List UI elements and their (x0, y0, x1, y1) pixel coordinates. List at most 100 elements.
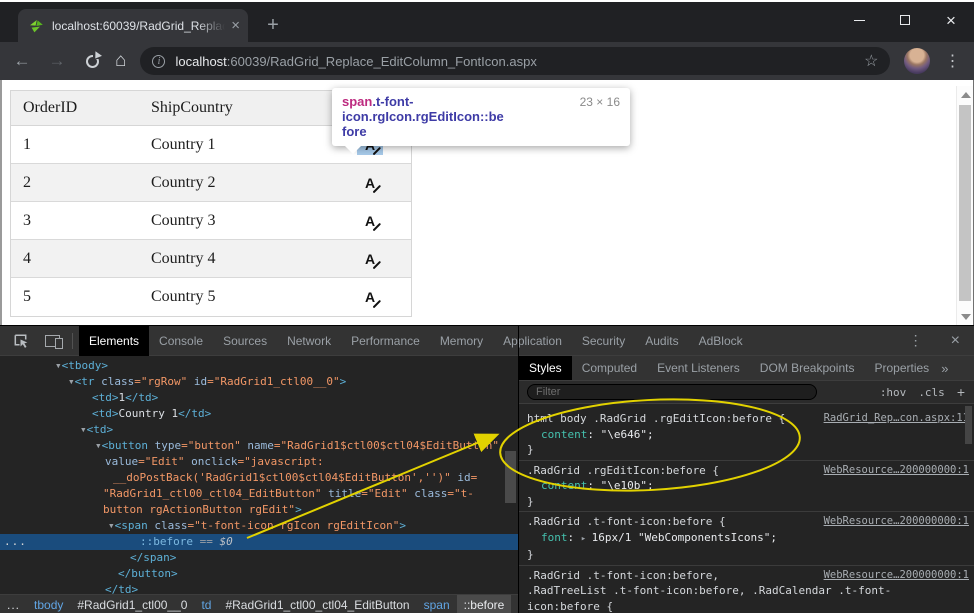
stylesheet-link[interactable]: WebResource…200000000:1 (824, 463, 969, 479)
breadcrumb-td[interactable]: td (194, 595, 218, 613)
window-controls: × (836, 2, 974, 38)
devtools-tab-memory[interactable]: Memory (430, 326, 493, 356)
devtools-tab-console[interactable]: Console (149, 326, 213, 356)
breadcrumb--before[interactable]: ::before (457, 595, 512, 613)
devtools-tab-sources[interactable]: Sources (213, 326, 277, 356)
edit-button[interactable]: A (357, 211, 383, 231)
reload-icon[interactable] (86, 55, 99, 68)
page-info-icon[interactable]: i (152, 55, 165, 68)
tab-close-icon[interactable]: × (231, 18, 240, 33)
scrollbar-thumb[interactable] (959, 105, 971, 301)
devtools-tab-performance[interactable]: Performance (341, 326, 430, 356)
tree-node-selected[interactable]: ...::before == $0 (0, 534, 518, 550)
cell-shipcountry: Country 5 (143, 288, 329, 306)
tree-node[interactable]: ▾<tbody> (0, 358, 518, 374)
browser-menu-icon[interactable]: ⋮ (944, 51, 960, 71)
tab-title-fade (197, 19, 225, 33)
breadcrumb--[interactable]: ... (0, 595, 27, 613)
tree-node[interactable]: <td>Country 1</td> (0, 406, 518, 422)
devtools-tab-elements[interactable]: Elements (79, 326, 149, 356)
window-close-button[interactable]: × (928, 2, 974, 38)
stylesheet-link[interactable]: WebResource…200000000:1 (824, 568, 969, 584)
cell-shipcountry: Country 2 (143, 174, 329, 192)
tree-node[interactable]: __doPostBack('RadGrid1$ctl00$ctl04$EditB… (0, 470, 518, 486)
sidebar-tab-dom-breakpoints[interactable]: DOM Breakpoints (750, 356, 865, 381)
cell-edit: A (329, 173, 411, 193)
breadcrumb-tbody[interactable]: tbody (27, 595, 70, 613)
tree-node[interactable]: </button> (0, 566, 518, 582)
stylesheet-link[interactable]: WebResource…200000000:1 (824, 514, 969, 530)
edit-button[interactable]: A (357, 173, 383, 193)
telerik-favicon-icon (28, 18, 44, 34)
device-toolbar-icon[interactable] (40, 329, 64, 353)
devtools-tab-network[interactable]: Network (277, 326, 341, 356)
elements-scrollbar-thumb[interactable] (505, 451, 516, 503)
dom-breadcrumbs: ...tbody#RadGrid1_ctl00__0td#RadGrid1_ct… (0, 594, 518, 613)
inspect-element-icon[interactable] (8, 329, 32, 353)
tree-node[interactable]: <td>1</td> (0, 390, 518, 406)
window-maximize-button[interactable] (882, 2, 928, 38)
breadcrumb--radgrid1-ctl00-0[interactable]: #RadGrid1_ctl00__0 (70, 595, 194, 613)
tree-node[interactable]: value="Edit" onclick="javascript: (0, 454, 518, 470)
tooltip-selector-wrap: fore (342, 124, 620, 139)
tooltip-dimensions: 23 × 16 (570, 95, 620, 109)
tab-title: localhost:60039/RadGrid_Replace (52, 19, 225, 33)
sidebar-tab-styles[interactable]: Styles (519, 356, 572, 381)
inspect-tooltip: span.t-font-icon.rgIcon.rgEditIcon::be 2… (332, 88, 630, 146)
elements-tree: ▾<tbody>▾<tr class="rgRow" id="RadGrid1_… (0, 356, 518, 594)
tree-node[interactable]: ▾<td> (0, 422, 518, 438)
page-scrollbar[interactable] (956, 86, 973, 325)
window-minimize-button[interactable] (836, 2, 882, 38)
tab-bar: localhost:60039/RadGrid_Replace × + × (0, 2, 974, 42)
back-icon[interactable]: ← (9, 51, 35, 71)
sidebar-more-tabs-icon[interactable]: » (941, 361, 948, 376)
scroll-up-icon[interactable] (961, 92, 971, 98)
tree-node[interactable]: </span> (0, 550, 518, 566)
tree-node[interactable]: ▾<button type="button" name="RadGrid1$ct… (0, 438, 518, 454)
forward-icon[interactable]: → (44, 51, 70, 71)
edit-icon: A (365, 252, 375, 266)
new-tab-button[interactable]: + (260, 13, 286, 39)
class-toggle[interactable]: .cls (912, 386, 951, 399)
column-header-shipcountry: ShipCountry (143, 99, 329, 117)
sidebar-tab-properties[interactable]: Properties (864, 356, 939, 381)
rule-selector[interactable]: .RadTreeList .t-font-icon:before, .RadCa… (527, 583, 967, 599)
breadcrumb-span[interactable]: span (417, 595, 457, 613)
styles-filter-row: Filter :hov .cls + (519, 381, 974, 404)
url-text[interactable]: localhost:60039/RadGrid_Replace_EditColu… (175, 54, 856, 69)
address-bar[interactable]: i localhost:60039/RadGrid_Replace_EditCo… (140, 47, 890, 75)
table-row: 5Country 5A (11, 278, 411, 316)
tooltip-selector: span.t-font-icon.rgIcon.rgEditIcon::be (342, 94, 570, 124)
new-style-rule-button[interactable]: + (951, 384, 974, 400)
more-actions-badge[interactable]: ... (4, 534, 27, 550)
css-property[interactable]: content: "\e646"; (527, 427, 967, 443)
edit-button[interactable]: A (357, 287, 383, 307)
edit-button[interactable]: A (357, 249, 383, 269)
style-rule: WebResource…200000000:1.RadGrid .rgEditI… (519, 461, 974, 513)
cell-edit: A (329, 287, 411, 307)
breadcrumb--radgrid1-ctl00-ctl04-editbutton[interactable]: #RadGrid1_ctl00_ctl04_EditButton (218, 595, 416, 613)
styles-filter-input[interactable]: Filter (527, 384, 817, 400)
sidebar-tab-computed[interactable]: Computed (572, 356, 647, 381)
edit-icon: A (365, 214, 375, 228)
browser-tab[interactable]: localhost:60039/RadGrid_Replace × (18, 9, 248, 42)
scroll-down-icon[interactable] (961, 314, 971, 320)
css-property[interactable]: font: ▸ 16px/1 "WebComponentsIcons"; (527, 530, 967, 548)
bookmark-star-icon[interactable]: ☆ (864, 51, 878, 71)
tree-node[interactable]: button rgActionButton rgEdit"> (0, 502, 518, 518)
styles-scrollbar-thumb[interactable] (965, 406, 972, 444)
stylesheet-link[interactable]: RadGrid_Rep…con.aspx:11 (824, 411, 969, 427)
tree-node[interactable]: "RadGrid1_ctl00_ctl04_EditButton" title=… (0, 486, 518, 502)
tree-node[interactable]: </td> (0, 582, 518, 594)
rule-selector[interactable]: icon:before { (527, 599, 967, 613)
home-icon[interactable]: ⌂ (115, 50, 126, 72)
page-content: OrderID ShipCountry 1Country 1A2Country … (0, 80, 974, 325)
tree-node[interactable]: ▾<tr class="rgRow" id="RadGrid1_ctl00__0… (0, 374, 518, 390)
pseudo-state-toggle[interactable]: :hov (874, 386, 913, 399)
css-property[interactable]: content: "\e10b"; (527, 478, 967, 494)
cell-orderid: 3 (11, 212, 143, 230)
profile-avatar[interactable] (904, 48, 930, 74)
sidebar-tab-event-listeners[interactable]: Event Listeners (647, 356, 750, 381)
tree-node[interactable]: ▾<span class="t-font-icon rgIcon rgEditI… (0, 518, 518, 534)
minimize-icon (854, 20, 865, 21)
